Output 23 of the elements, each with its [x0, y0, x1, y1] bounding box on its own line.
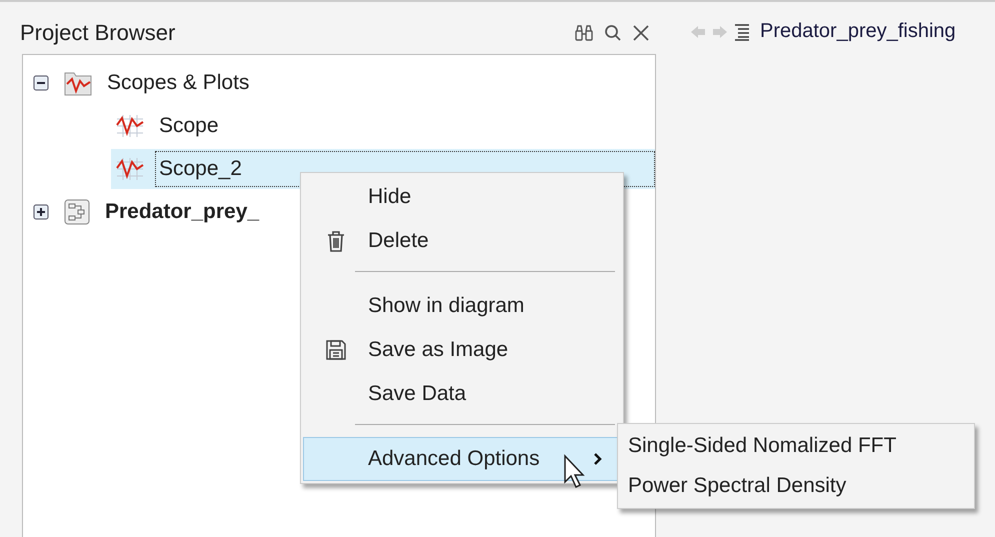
- binoculars-icon[interactable]: [574, 24, 594, 42]
- tree-item[interactable]: Scopes & Plots: [103, 64, 254, 100]
- scope-icon: [115, 112, 145, 138]
- close-icon[interactable]: [632, 24, 650, 42]
- diagram-icon: [63, 198, 91, 226]
- breadcrumb[interactable]: Predator_prey_fishing: [760, 20, 956, 43]
- tree-item[interactable]: Scope: [155, 108, 223, 144]
- menu-item[interactable]: Power Spectral Density: [618, 466, 974, 506]
- trash-icon: [327, 230, 345, 252]
- menu-item[interactable]: Show in diagram: [303, 284, 621, 328]
- menu-item[interactable]: Single-Sided Nomalized FFT: [618, 426, 974, 466]
- expand-icon[interactable]: [33, 204, 49, 220]
- menu-item[interactable]: Save as Image: [303, 328, 621, 372]
- panel-title: Project Browser: [20, 20, 176, 46]
- menu-item[interactable]: Save Data: [303, 372, 621, 416]
- chevron-right-icon: [594, 453, 602, 465]
- menu-item[interactable]: Delete: [303, 219, 621, 263]
- search-icon[interactable]: [604, 24, 622, 42]
- list-icon[interactable]: [734, 22, 750, 40]
- tree-item[interactable]: Predator_prey_: [101, 194, 264, 230]
- save-icon: [326, 340, 346, 360]
- scope-icon: [115, 156, 145, 182]
- collapse-icon[interactable]: [33, 74, 49, 90]
